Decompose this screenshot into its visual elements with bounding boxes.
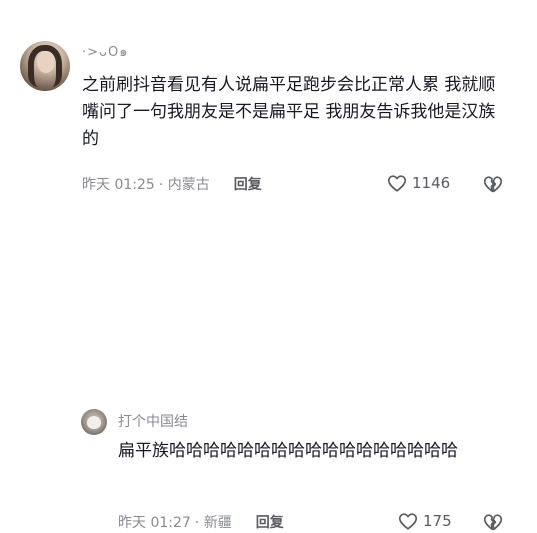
reply-comment-item: 打个中国结 扁平族哈哈哈哈哈哈哈哈哈哈哈哈哈哈哈哈哈 昨天 01:27 · 新疆… — [0, 200, 537, 531]
comment-item: ·>ᴗO๑ 之前刷抖音看见有人说扁平足跑步会比正常人累 我就顺嘴问了一句我朋友是… — [0, 0, 537, 205]
like-count: 1146 — [412, 174, 451, 192]
avatar[interactable] — [20, 41, 70, 91]
reply-button[interactable]: 回复 — [234, 174, 262, 194]
comment-meta: 昨天 01:27 · 新疆 回复 — [118, 512, 284, 532]
reply-button[interactable]: 回复 — [256, 512, 284, 532]
broken-heart-icon[interactable] — [482, 511, 504, 533]
like-count: 175 — [423, 512, 452, 530]
broken-heart-icon[interactable] — [482, 173, 504, 195]
comment-location: · 新疆 — [194, 515, 232, 531]
comment-username[interactable]: ·>ᴗO๑ — [82, 41, 128, 62]
comment-location: · 内蒙古 — [158, 177, 210, 193]
comment-time: 昨天 01:25 — [82, 177, 155, 193]
comment-text[interactable]: 扁平族哈哈哈哈哈哈哈哈哈哈哈哈哈哈哈哈哈 — [118, 438, 498, 465]
like-button[interactable]: 1146 — [386, 172, 450, 194]
avatar[interactable] — [81, 409, 107, 435]
like-button[interactable]: 175 — [397, 510, 452, 532]
comment-time: 昨天 01:27 — [118, 515, 191, 531]
heart-outline-icon — [398, 513, 418, 530]
comment-text[interactable]: 之前刷抖音看见有人说扁平足跑步会比正常人累 我就顺嘴问了一句我朋友是不是扁平足 … — [82, 72, 512, 153]
comment-username[interactable]: 打个中国结 — [118, 411, 188, 431]
heart-outline-icon — [387, 175, 407, 192]
comment-meta: 昨天 01:25 · 内蒙古 回复 — [82, 174, 262, 194]
